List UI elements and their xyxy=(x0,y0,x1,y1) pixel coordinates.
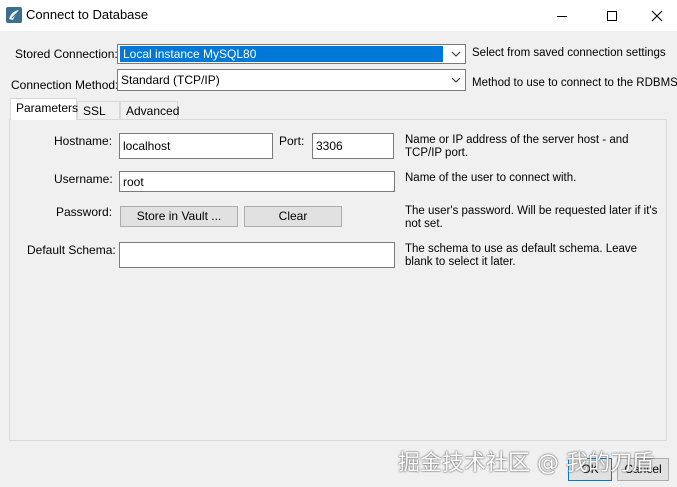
hostname-label: Hostname: xyxy=(54,134,113,148)
tab-label: Parameters xyxy=(16,101,79,115)
parameters-panel xyxy=(9,119,667,441)
username-label: Username: xyxy=(54,172,113,186)
store-in-vault-button[interactable]: Store in Vault ... xyxy=(120,206,238,227)
default-schema-label: Default Schema: xyxy=(27,243,116,257)
password-description-line2: not set. xyxy=(405,218,443,230)
port-label: Port: xyxy=(279,134,305,148)
stored-connection-select[interactable]: Local instance MySQL80 xyxy=(117,44,466,64)
hostname-description-line1: Name or IP address of the server host - … xyxy=(405,134,629,146)
clear-password-button[interactable]: Clear xyxy=(244,206,342,227)
connection-method-label: Connection Method: xyxy=(11,78,119,92)
hostname-input[interactable]: localhost xyxy=(119,133,273,159)
chevron-down-icon xyxy=(451,77,461,83)
tab-label: Advanced xyxy=(126,104,180,118)
password-description-line1: The user's password. Will be requested l… xyxy=(405,205,658,217)
window-title: Connect to Database xyxy=(26,7,149,22)
stored-connection-value: Local instance MySQL80 xyxy=(120,46,443,62)
mysql-workbench-icon xyxy=(6,7,22,23)
default-schema-input[interactable] xyxy=(119,242,395,268)
hostname-description-line2: TCP/IP port. xyxy=(405,147,469,159)
connection-method-value: Standard (TCP/IP) xyxy=(121,73,220,87)
tab-ssl[interactable]: SSL xyxy=(77,101,120,121)
title-bar: Connect to Database xyxy=(0,0,677,31)
tab-advanced[interactable]: Advanced xyxy=(120,101,180,121)
maximize-icon xyxy=(607,10,617,21)
chevron-down-icon xyxy=(451,51,461,57)
stored-connection-label: Stored Connection: xyxy=(15,47,118,61)
schema-description-line1: The schema to use as default schema. Lea… xyxy=(405,243,638,255)
close-icon xyxy=(651,10,663,21)
close-button[interactable] xyxy=(634,0,677,31)
maximize-button[interactable] xyxy=(589,0,635,31)
tab-label: SSL xyxy=(83,104,106,118)
minimize-icon xyxy=(557,15,567,17)
port-input[interactable]: 3306 xyxy=(312,133,394,159)
password-label: Password: xyxy=(56,205,113,219)
schema-description-line2: blank to select it later. xyxy=(405,256,516,268)
watermark-text: 掘金技术社区 @ 我的刀盾 xyxy=(398,451,654,476)
connection-method-hint: Method to use to connect to the RDBMS xyxy=(472,77,677,89)
tab-parameters[interactable]: Parameters xyxy=(10,98,79,120)
minimize-button[interactable] xyxy=(539,0,585,31)
username-input[interactable]: root xyxy=(119,171,395,192)
username-description: Name of the user to connect with. xyxy=(405,172,577,184)
connection-method-select[interactable]: Standard (TCP/IP) xyxy=(117,69,466,91)
stored-connection-hint: Select from saved connection settings xyxy=(472,47,666,59)
